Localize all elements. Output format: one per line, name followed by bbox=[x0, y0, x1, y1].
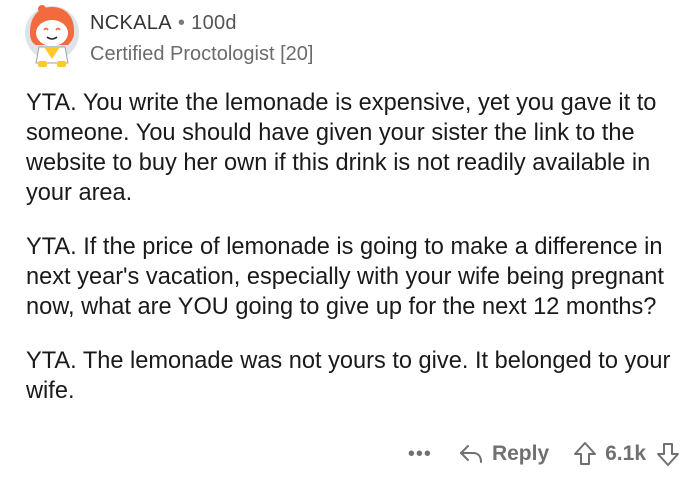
vote-score: 6.1k bbox=[605, 442, 646, 465]
snoo-avatar-icon bbox=[25, 5, 79, 67]
comment-header: NCKALA • 100d bbox=[90, 12, 237, 35]
comment-paragraph: YTA. The lemonade was not yours to give.… bbox=[26, 348, 671, 404]
comment-actions: ••• Reply 6.1k bbox=[408, 436, 680, 472]
comment-age: 100d bbox=[191, 12, 237, 34]
upvote-button[interactable] bbox=[573, 441, 597, 467]
downvote-arrow-icon bbox=[657, 443, 679, 466]
avatar[interactable] bbox=[22, 3, 82, 69]
downvote-button[interactable] bbox=[656, 441, 680, 467]
reply-arrow-icon bbox=[459, 445, 482, 463]
comment: NCKALA • 100d Certified Proctologist [20] … bbox=[0, 0, 700, 482]
user-flair: Certified Proctologist [20] bbox=[90, 43, 314, 65]
more-options-button[interactable]: ••• bbox=[408, 443, 432, 466]
comment-body: YTA. You write the lemonade is expensive… bbox=[26, 88, 681, 430]
upvote-arrow-icon bbox=[574, 442, 597, 465]
username[interactable]: NCKALA bbox=[90, 12, 172, 34]
separator-dot: • bbox=[177, 12, 186, 34]
reply-button[interactable]: Reply bbox=[458, 442, 549, 466]
comment-paragraph: YTA. You write the lemonade is expensive… bbox=[26, 90, 657, 206]
reply-label: Reply bbox=[491, 442, 550, 465]
comment-paragraph: YTA. If the price of lemonade is going t… bbox=[26, 234, 664, 320]
